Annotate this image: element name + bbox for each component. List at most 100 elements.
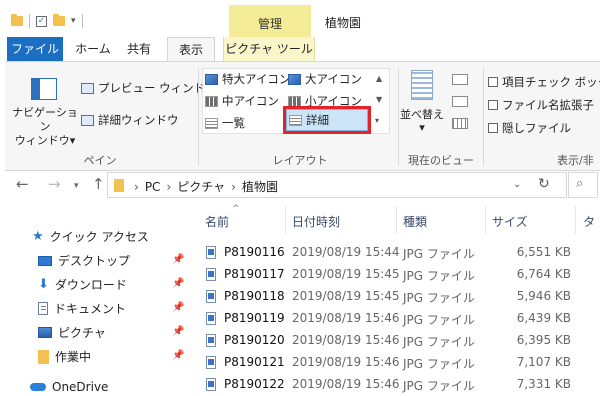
pin-icon[interactable]: 📌 (172, 326, 184, 337)
navigation-pane-button[interactable]: ナビゲーション ウィンドウ▾ (9, 106, 81, 148)
file-row[interactable]: P8190118 2019/08/19 15:45 JPG ファイル 5,946 KB (198, 286, 595, 308)
gallery-expand-icon[interactable]: ▾ (375, 116, 379, 125)
hidden-items-checkbox[interactable] (488, 123, 498, 133)
file-type: JPG ファイル (403, 379, 475, 393)
file-type: JPG ファイル (403, 313, 475, 327)
breadcrumb-current[interactable]: 植物園 (242, 178, 278, 195)
onedrive-label: OneDrive (52, 380, 109, 394)
file-type: JPG ファイル (403, 357, 475, 371)
navigation-pane-icon[interactable] (31, 78, 57, 100)
nav-quick-access[interactable]: ★ クイック アクセス (32, 228, 149, 245)
qat-dropdown-icon[interactable]: ▾ (71, 16, 76, 26)
jpg-file-icon (206, 268, 216, 281)
nav-item-label: ドキュメント (54, 302, 127, 316)
show-hide-group-label: 表示/非 (557, 154, 594, 167)
properties-check-icon[interactable]: ✓ (36, 15, 47, 27)
file-row[interactable]: P8190119 2019/08/19 15:46 JPG ファイル 6,439 KB (198, 308, 595, 330)
item-checkboxes-checkbox[interactable] (488, 77, 498, 87)
address-folder-icon (114, 179, 124, 192)
address-dropdown-icon[interactable]: ⌄ (513, 179, 521, 190)
preview-pane-button[interactable]: プレビュー ウィンドウ (81, 80, 217, 96)
list-view-button[interactable]: 一覧 (205, 115, 245, 131)
manage-context-tab[interactable]: 管理 (229, 5, 311, 37)
pin-icon[interactable]: 📌 (172, 302, 184, 313)
file-date: 2019/08/19 15:46 (292, 333, 400, 347)
large-icons-button[interactable]: 大アイコン (288, 71, 362, 87)
column-name[interactable]: 名前 (205, 213, 229, 230)
layout-group-label: レイアウト (272, 154, 328, 167)
file-row[interactable]: P8190122 2019/08/19 15:46 JPG ファイル 7,331 KB (198, 374, 595, 396)
file-row[interactable]: P8190121 2019/08/19 15:46 JPG ファイル 7,107 KB (198, 352, 595, 374)
up-arrow-icon[interactable]: ↑ (92, 175, 105, 193)
hidden-items-toggle[interactable]: 隠しファイル (488, 120, 571, 136)
refresh-icon[interactable]: ↻ (538, 176, 550, 192)
gallery-scroll-up-icon[interactable]: ▲ (376, 74, 382, 83)
tab-file[interactable]: ファイル (7, 37, 63, 61)
group-by-icon[interactable] (452, 74, 468, 85)
column-type[interactable]: 種類 (403, 213, 427, 230)
column-divider[interactable] (485, 206, 486, 234)
xl-icons-button[interactable]: 特大アイコン (205, 71, 290, 87)
file-extensions-checkbox[interactable] (488, 100, 498, 110)
details-pane-button[interactable]: 詳細ウィンドウ (81, 112, 179, 128)
file-size: 6,439 KB (516, 311, 571, 325)
item-checkboxes-label: 項目チェック ボックス (502, 75, 600, 89)
sort-by-button[interactable]: 並べ替え ▾ (398, 108, 446, 134)
pin-icon[interactable]: 📌 (172, 350, 184, 361)
file-size: 6,764 KB (516, 267, 571, 281)
breadcrumb-pictures[interactable]: ピクチャ (177, 178, 225, 195)
medium-icons-button[interactable]: 中アイコン (205, 93, 279, 109)
nav-onedrive[interactable]: OneDrive (30, 380, 108, 394)
tab-home[interactable]: ホーム (71, 37, 115, 61)
navigation-pane-label-2: ウィンドウ▾ (14, 134, 76, 147)
onedrive-cloud-icon (30, 383, 46, 391)
gallery-scroll-down-icon[interactable]: ▼ (376, 95, 382, 104)
tab-share[interactable]: 共有 (119, 37, 159, 61)
tab-picture-tools[interactable]: ピクチャ ツール (223, 37, 315, 61)
nav-item-pictures[interactable]: ピクチャ (38, 324, 106, 341)
tab-view[interactable]: 表示 (167, 37, 215, 61)
new-folder-icon[interactable] (53, 14, 65, 26)
details-highlight-box (283, 106, 371, 134)
file-extensions-label: ファイル名拡張子 (502, 98, 594, 112)
column-size[interactable]: サイズ (492, 213, 528, 230)
column-divider[interactable] (396, 206, 397, 234)
sort-by-icon[interactable] (411, 70, 433, 100)
file-date: 2019/08/19 15:46 (292, 377, 400, 391)
file-date: 2019/08/19 15:44 (292, 245, 400, 259)
item-checkboxes-toggle[interactable]: 項目チェック ボックス (488, 74, 600, 90)
file-extensions-toggle[interactable]: ファイル名拡張子 (488, 97, 594, 113)
column-tags[interactable]: タ (583, 213, 595, 230)
nav-item-downloads[interactable]: ⬇ ダウンロード (38, 276, 127, 293)
sort-by-caret: ▾ (419, 121, 425, 134)
details-pane-icon (81, 114, 94, 126)
list-icon (205, 117, 218, 129)
size-columns-icon[interactable] (452, 118, 468, 129)
file-row[interactable]: P8190120 2019/08/19 15:46 JPG ファイル 6,395 KB (198, 330, 595, 352)
pin-icon[interactable]: 📌 (172, 254, 184, 265)
download-arrow-icon: ⬇ (38, 277, 49, 292)
breadcrumb-pc[interactable]: PC (145, 180, 161, 194)
add-columns-icon[interactable] (452, 96, 468, 107)
search-icon: ⌕ (576, 176, 584, 191)
file-size: 5,946 KB (516, 289, 571, 303)
nav-item-working[interactable]: 作業中 (38, 348, 91, 365)
forward-arrow-icon[interactable]: → (48, 175, 61, 193)
recent-locations-chevron-icon[interactable]: ▾ (74, 181, 79, 191)
file-row[interactable]: P8190117 2019/08/19 15:45 JPG ファイル 6,764 KB (198, 264, 595, 286)
breadcrumb: › PC › ピクチャ › 植物園 (134, 178, 278, 195)
breadcrumb-separator-icon: › (166, 179, 172, 194)
column-divider[interactable] (575, 206, 576, 234)
back-arrow-icon[interactable]: ← (16, 175, 29, 193)
column-divider[interactable] (285, 206, 286, 234)
column-date[interactable]: 日付時刻 (292, 213, 340, 230)
window-title: 植物園 (325, 16, 362, 30)
file-type: JPG ファイル (403, 291, 475, 305)
jpg-file-icon (206, 290, 216, 303)
pin-icon[interactable]: 📌 (172, 278, 184, 289)
nav-item-documents[interactable]: ドキュメント (38, 300, 126, 317)
breadcrumb-separator-icon: › (231, 179, 236, 194)
nav-item-desktop[interactable]: デスクトップ (38, 252, 130, 269)
file-type: JPG ファイル (403, 269, 475, 283)
file-row[interactable]: P8190116 2019/08/19 15:44 JPG ファイル 6,551 KB (198, 242, 595, 264)
